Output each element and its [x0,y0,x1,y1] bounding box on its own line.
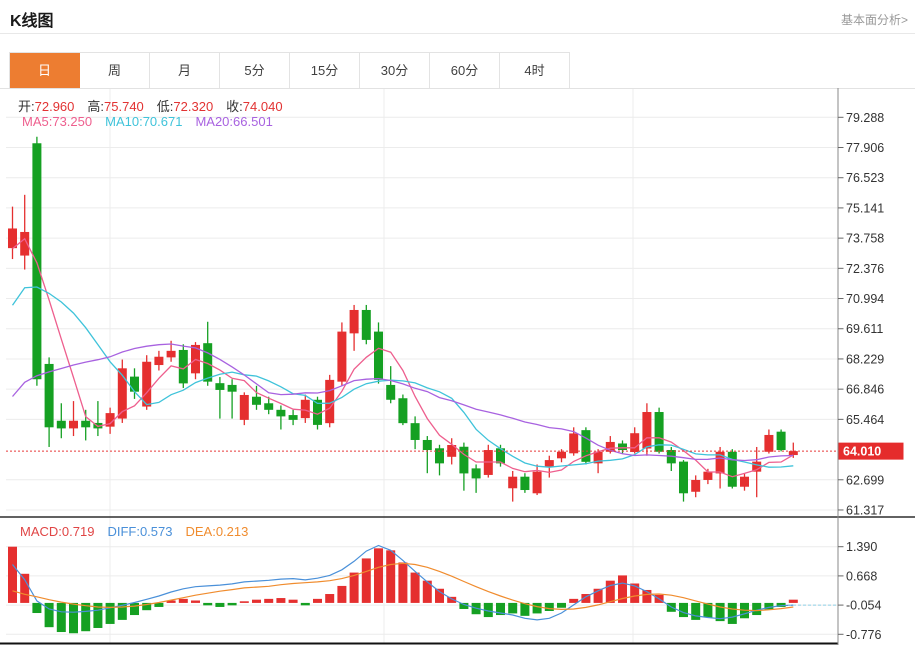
readout-item: MACD:0.719 [20,524,94,539]
macd-readout: MACD:0.719 DIFF:0.573 DEA:0.213 [20,524,261,539]
tab-15min[interactable]: 15分 [290,53,360,88]
svg-text:65.464: 65.464 [846,413,884,427]
svg-text:66.846: 66.846 [846,383,884,397]
ohlc-readout: 开:72.960 高:75.740 低:72.320 收:74.040 [18,96,296,115]
tab-day[interactable]: 日 [10,53,80,88]
readout-item: 低:72.320 [157,99,213,114]
svg-text:70.994: 70.994 [846,292,884,306]
svg-text:68.229: 68.229 [846,352,884,366]
readout-item: MA20:66.501 [195,114,272,129]
readout-item: DEA:0.213 [185,524,248,539]
tab-week[interactable]: 周 [80,53,150,88]
period-tab-bar: 日周月5分15分30分60分4时 [9,52,570,88]
kline-chart-canvas[interactable]: 79.288 77.906 76.523 75.141 73.758 72.376 70.9… [0,88,915,645]
tab-30min[interactable]: 30分 [360,53,430,88]
svg-text:79.288: 79.288 [846,111,884,125]
readout-item: 开:72.960 [18,99,74,114]
current-price-tag-label: 64.010 [843,445,881,459]
svg-text:62.699: 62.699 [846,473,884,487]
svg-text:1.390: 1.390 [846,540,877,554]
tab-month[interactable]: 月 [150,53,220,88]
svg-text:-0.054: -0.054 [846,599,881,613]
svg-text:77.906: 77.906 [846,141,884,155]
svg-text:73.758: 73.758 [846,232,884,246]
tab-4hour[interactable]: 4时 [500,53,570,88]
page-header: K线图 基本面分析> [0,0,915,34]
readout-item: 收:74.040 [226,99,282,114]
ma-readout: MA5:73.250 MA10:70.671 MA20:66.501 [22,114,286,129]
svg-text:-0.776: -0.776 [846,628,881,642]
tab-60min[interactable]: 60分 [430,53,500,88]
readout-item: MA10:70.671 [105,114,182,129]
page-title: K线图 [10,7,54,31]
svg-text:72.376: 72.376 [846,262,884,276]
svg-text:0.668: 0.668 [846,569,877,583]
svg-text:75.141: 75.141 [846,201,884,215]
kline-chart: 79.288 77.906 76.523 75.141 73.758 72.376 70.9… [0,88,915,645]
svg-text:76.523: 76.523 [846,171,884,185]
svg-text:69.611: 69.611 [846,322,883,336]
svg-text:61.317: 61.317 [846,503,884,517]
readout-item: MA5:73.250 [22,114,92,129]
readout-item: DIFF:0.573 [107,524,172,539]
readout-item: 高:75.740 [87,99,143,114]
fundamental-analysis-link[interactable]: 基本面分析> [841,11,908,28]
tab-5min[interactable]: 5分 [220,53,290,88]
